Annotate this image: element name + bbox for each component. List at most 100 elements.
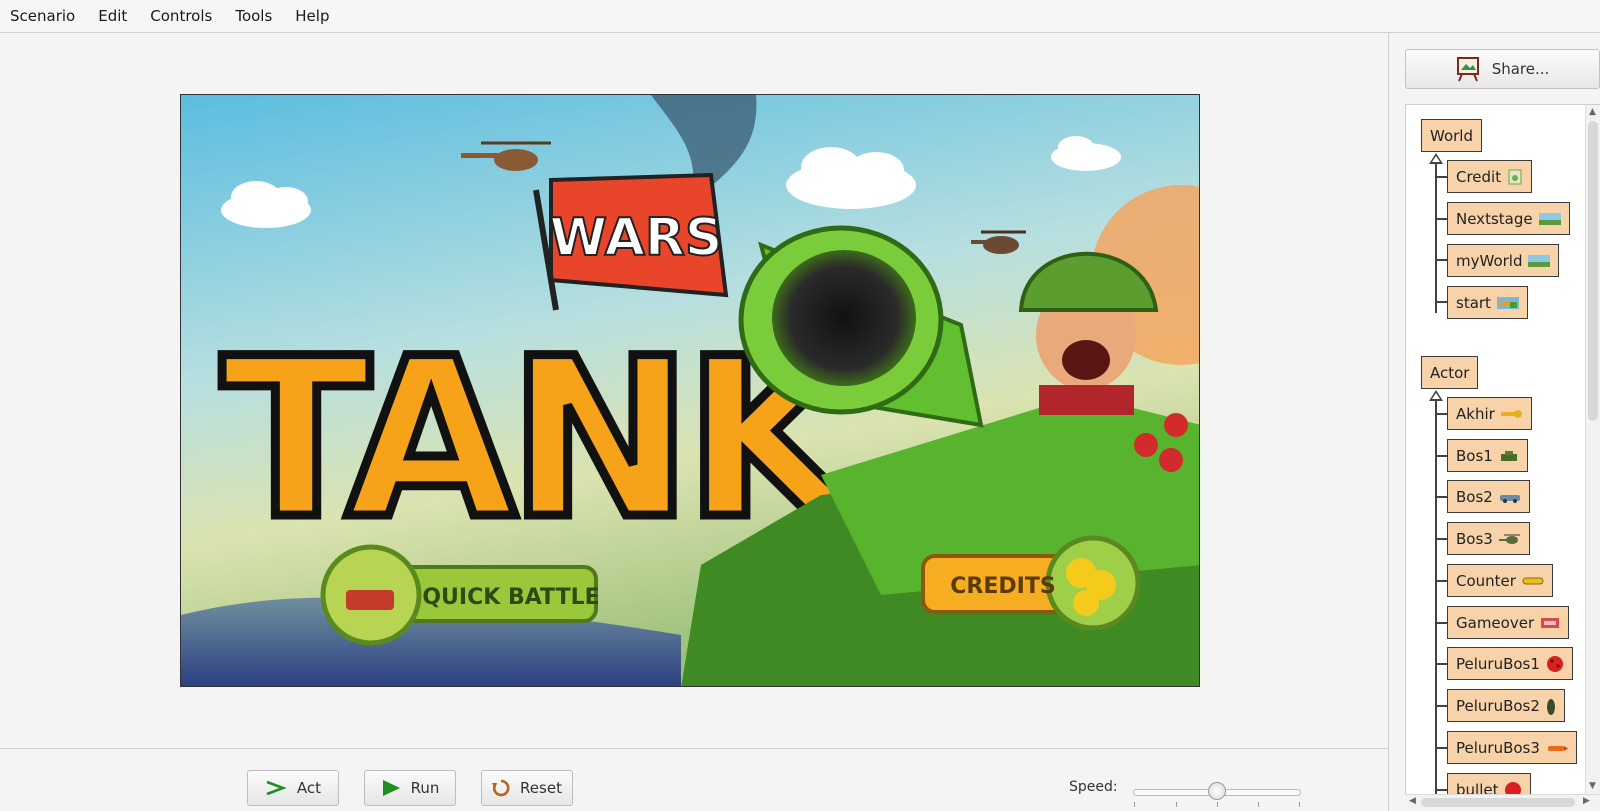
class-label: PeluruBos1	[1456, 654, 1540, 673]
reset-button[interactable]: Reset	[481, 770, 573, 806]
class-panel-vertical-scrollbar[interactable]: ▲ ▼	[1585, 105, 1600, 794]
world-view-area: WARS TANK QUICK BATTLE CREDITS	[0, 33, 1388, 748]
run-label: Run	[410, 779, 440, 797]
logo-wars: WARS	[550, 208, 723, 268]
tree-line	[1435, 163, 1437, 313]
menu-controls[interactable]: Controls	[150, 7, 212, 25]
credit-image-icon	[1507, 169, 1523, 185]
class-label: PeluruBos3	[1456, 738, 1540, 757]
class-label: Gameover	[1456, 613, 1535, 632]
slider-tick	[1258, 802, 1259, 807]
scroll-down-icon[interactable]: ▼	[1589, 781, 1596, 791]
tree-line	[1435, 580, 1447, 582]
tree-line	[1435, 176, 1447, 178]
landscape-image-icon	[1528, 254, 1551, 268]
tree-line	[1435, 705, 1447, 707]
vehicle-icon	[1499, 491, 1521, 503]
class-label: Bos2	[1456, 487, 1493, 506]
class-akhir[interactable]: Akhir	[1447, 397, 1532, 430]
class-nextstage[interactable]: Nextstage	[1447, 202, 1570, 235]
menu-edit[interactable]: Edit	[98, 7, 127, 25]
class-bos2[interactable]: Bos2	[1447, 480, 1530, 513]
red-ball-icon	[1546, 655, 1564, 673]
class-gameover[interactable]: Gameover	[1447, 606, 1570, 639]
tree-line	[1435, 413, 1447, 415]
share-button[interactable]: Share...	[1405, 49, 1600, 89]
class-label: Bos3	[1456, 529, 1493, 548]
reset-label: Reset	[520, 779, 562, 797]
act-label: Act	[296, 779, 322, 797]
horizontal-scroll-thumb[interactable]	[1421, 798, 1575, 807]
run-button[interactable]: Run	[364, 770, 456, 806]
menu-scenario[interactable]: Scenario	[10, 7, 75, 25]
class-credit[interactable]: Credit	[1447, 160, 1533, 193]
panel-divider[interactable]	[1388, 33, 1389, 811]
scroll-right-icon[interactable]: ▶	[1583, 796, 1590, 806]
tree-line	[1435, 496, 1447, 498]
tank-icon	[1499, 450, 1519, 462]
tree-line	[1435, 259, 1447, 261]
tree-line	[1435, 301, 1447, 303]
tree-line	[1435, 218, 1447, 220]
menu-bar: Scenario Edit Controls Tools Help	[0, 0, 1600, 33]
class-bos1[interactable]: Bos1	[1447, 439, 1528, 472]
slider-tick	[1299, 802, 1300, 807]
helicopter-icon	[1498, 533, 1521, 545]
execution-controls: Act Run Reset Speed:	[0, 748, 1388, 811]
class-panel-horizontal-scrollbar[interactable]: ◀ ▶	[1405, 794, 1600, 809]
class-label: Nextstage	[1456, 209, 1533, 228]
tree-line	[1435, 622, 1447, 624]
act-icon	[265, 780, 287, 796]
key-icon	[1500, 409, 1523, 419]
class-label: Counter	[1456, 571, 1516, 590]
class-pelurubos1[interactable]: PeluruBos1	[1447, 647, 1573, 680]
class-label: start	[1456, 293, 1491, 312]
landscape-image-icon	[1538, 212, 1561, 226]
tree-line	[1435, 538, 1447, 540]
class-world[interactable]: World	[1421, 119, 1482, 152]
speed-label: Speed:	[1069, 779, 1118, 795]
vertical-scroll-thumb[interactable]	[1588, 121, 1598, 421]
game-world-canvas[interactable]: WARS TANK QUICK BATTLE CREDITS	[180, 94, 1200, 687]
scroll-up-icon[interactable]: ▲	[1589, 107, 1596, 117]
quick-battle-label: QUICK BATTLE	[422, 585, 599, 610]
class-counter[interactable]: Counter	[1447, 564, 1553, 597]
act-button[interactable]: Act	[247, 770, 339, 806]
class-label: Actor	[1430, 363, 1470, 382]
slider-tick	[1134, 802, 1135, 807]
bomb-icon	[1546, 696, 1556, 716]
class-diagram: World Credit Nextstage myWorld start Act…	[1405, 104, 1600, 809]
class-actor[interactable]: Actor	[1421, 356, 1479, 389]
reset-icon	[492, 779, 510, 797]
slider-tick	[1176, 802, 1177, 807]
game-title-screen[interactable]: WARS TANK QUICK BATTLE CREDITS	[181, 95, 1200, 687]
class-label: Credit	[1456, 167, 1502, 186]
tree-line	[1435, 455, 1447, 457]
share-label: Share...	[1491, 60, 1550, 78]
class-start[interactable]: start	[1447, 286, 1528, 319]
class-label: Bos1	[1456, 446, 1493, 465]
class-label: PeluruBos2	[1456, 696, 1540, 715]
class-label: myWorld	[1456, 251, 1523, 270]
gameover-image-icon	[1540, 617, 1560, 629]
class-label: World	[1430, 126, 1473, 145]
easel-icon	[1456, 56, 1480, 82]
class-label: Akhir	[1456, 404, 1495, 423]
tree-line	[1435, 663, 1447, 665]
run-icon	[381, 779, 401, 797]
menu-tools[interactable]: Tools	[235, 7, 272, 25]
tank-icon	[346, 590, 394, 610]
start-screen-icon	[1496, 296, 1519, 310]
speed-slider-thumb[interactable]	[1208, 782, 1226, 800]
slider-tick	[1217, 802, 1218, 807]
class-bos3[interactable]: Bos3	[1447, 522, 1530, 555]
class-pelurubos2[interactable]: PeluruBos2	[1447, 689, 1565, 722]
scroll-left-icon[interactable]: ◀	[1409, 796, 1416, 806]
menu-help[interactable]: Help	[295, 7, 329, 25]
tree-line	[1435, 747, 1447, 749]
class-myworld[interactable]: myWorld	[1447, 244, 1560, 277]
class-pelurubos3[interactable]: PeluruBos3	[1447, 731, 1577, 764]
missile-icon	[1546, 743, 1568, 753]
tree-line	[1435, 789, 1447, 791]
bar-icon	[1522, 576, 1544, 586]
